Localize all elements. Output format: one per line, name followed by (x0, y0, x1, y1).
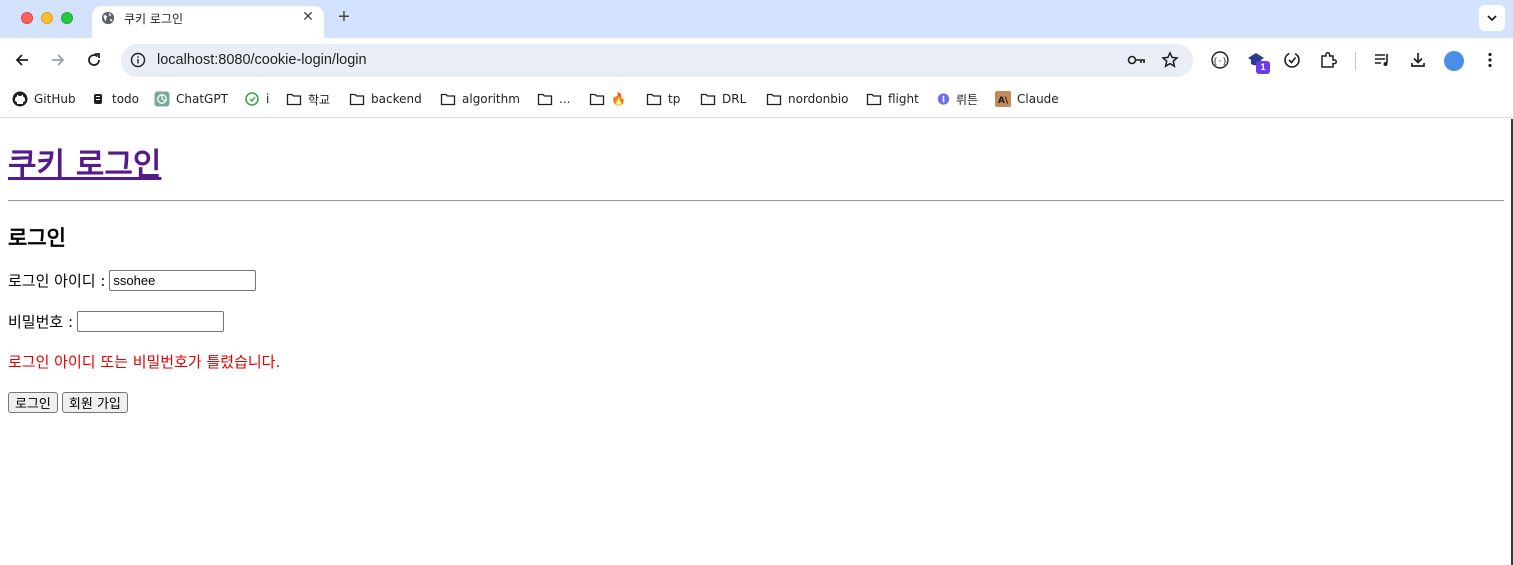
more-menu-icon[interactable] (1480, 50, 1500, 70)
site-info-icon[interactable] (130, 52, 146, 68)
toolbar-separator (1355, 52, 1356, 70)
github-icon (12, 91, 28, 107)
bookmark-i[interactable]: i (244, 90, 269, 108)
page-content: 쿠키 로그인 로그인 로그인 아이디 : 비밀번호 : 로그인 아이디 또는 비… (0, 119, 1513, 565)
forward-arrow-icon[interactable] (48, 50, 68, 70)
tab-search-button[interactable] (1479, 5, 1505, 31)
bookmark-folder-backend[interactable]: backend (349, 90, 422, 108)
bookmark-folder-algorithm[interactable]: algorithm (440, 90, 520, 108)
new-tab-button[interactable]: + (334, 7, 354, 27)
globe-icon (101, 11, 115, 25)
page-heading: 로그인 (8, 226, 66, 250)
signup-button[interactable]: 회원 가입 (61, 392, 128, 413)
login-button[interactable]: 로그인 (8, 392, 58, 413)
folder-icon (866, 93, 882, 106)
bookmarks-bar: GitHub todo ChatGPT i 학교 backend algorit… (0, 84, 1513, 118)
bookmark-star-icon[interactable] (1161, 51, 1179, 69)
extension-sync-icon[interactable] (1282, 50, 1302, 70)
svg-text:A\: A\ (998, 96, 1009, 106)
login-id-input[interactable] (109, 270, 257, 291)
extension-badge: 1 (1256, 61, 1270, 74)
browser-toolbar: localhost:8080/cookie-login/login {·} (0, 38, 1513, 84)
claude-icon: A\ (995, 91, 1011, 107)
password-key-icon[interactable] (1127, 52, 1147, 68)
error-message: 로그인 아이디 또는 비밀번호가 틀렸습니다. (8, 353, 281, 371)
active-tab[interactable]: 쿠키 로그인 ✕ (92, 6, 324, 38)
folder-icon (589, 93, 605, 106)
chatgpt-icon (154, 91, 170, 107)
bookmark-folder-tp[interactable]: tp (646, 90, 680, 108)
folder-icon (646, 93, 662, 106)
wrtn-icon (937, 93, 950, 105)
close-tab-icon[interactable]: ✕ (300, 8, 316, 24)
folder-icon (440, 93, 456, 106)
bookmark-folder-school[interactable]: 학교 (286, 90, 330, 108)
green-circle-icon (245, 92, 259, 106)
site-title-link[interactable]: 쿠키 로그인 (8, 139, 161, 184)
folder-icon (700, 93, 716, 106)
bookmark-folder-fire[interactable]: 🔥 (589, 90, 626, 108)
reload-icon[interactable] (84, 50, 104, 70)
folder-icon (537, 93, 553, 106)
extensions-puzzle-icon[interactable] (1318, 50, 1338, 70)
todo-icon (94, 94, 102, 104)
minimize-window-button[interactable] (41, 12, 53, 24)
bookmark-todo[interactable]: todo (92, 90, 139, 108)
login-id-label: 로그인 아이디 : (8, 272, 106, 290)
back-arrow-icon[interactable] (12, 50, 32, 70)
bookmark-github[interactable]: GitHub (12, 90, 76, 108)
folder-icon (286, 93, 302, 106)
bookmark-folder-nordonbio[interactable]: nordonbio (766, 90, 849, 108)
svg-text:{·}: {·} (1213, 57, 1227, 66)
close-window-button[interactable] (21, 12, 33, 24)
bookmark-claude[interactable]: A\ Claude (995, 90, 1059, 108)
download-icon[interactable] (1408, 50, 1428, 70)
bookmark-folder-ellipsis[interactable]: ... (537, 90, 570, 108)
password-row: 비밀번호 : (8, 311, 225, 332)
extension-bracket-icon[interactable]: {·} (1210, 50, 1230, 70)
folder-icon (766, 93, 782, 106)
form-buttons: 로그인 회원 가입 (8, 392, 128, 413)
bookmark-chatgpt[interactable]: ChatGPT (154, 90, 228, 108)
bookmark-wrtn[interactable]: 뤼튼 (937, 90, 978, 108)
divider (8, 200, 1504, 202)
login-id-row: 로그인 아이디 : (8, 270, 257, 291)
chevron-down-icon (1487, 15, 1497, 22)
password-label: 비밀번호 : (8, 313, 74, 331)
address-bar[interactable]: localhost:8080/cookie-login/login (121, 44, 1193, 77)
bookmark-folder-drl[interactable]: DRL (700, 90, 746, 108)
bookmark-folder-flight[interactable]: flight (866, 90, 919, 108)
folder-icon (349, 93, 365, 106)
profile-avatar[interactable] (1444, 51, 1464, 71)
tab-title: 쿠키 로그인 (124, 12, 184, 26)
media-controls-icon[interactable] (1372, 50, 1392, 70)
password-input[interactable] (77, 311, 225, 332)
maximize-window-button[interactable] (61, 12, 73, 24)
tab-strip: 쿠키 로그인 ✕ + (0, 0, 1513, 38)
url-text[interactable]: localhost:8080/cookie-login/login (157, 52, 367, 68)
